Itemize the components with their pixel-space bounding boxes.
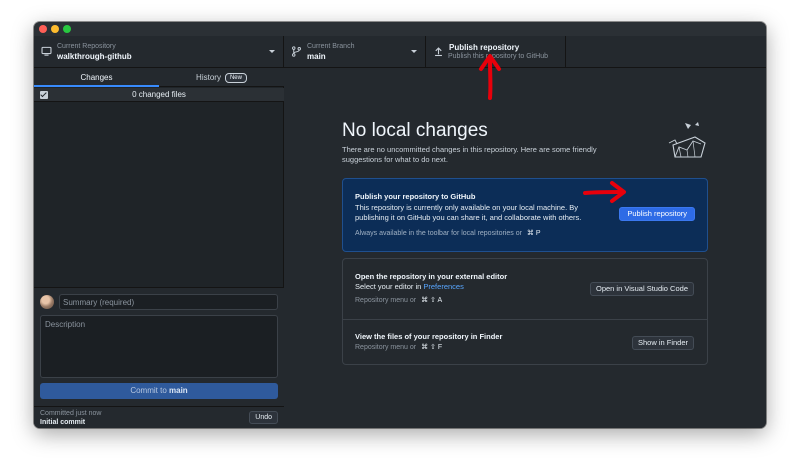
main-panel: No local changes There are no uncommitte… [285, 69, 766, 428]
avatar [40, 295, 54, 309]
current-repository-dropdown[interactable]: Current Repository walkthrough-github [34, 36, 284, 68]
sidebar: Changes HistoryNew 0 changed files Commi… [34, 69, 284, 428]
publish-repository-subtitle: Publish this repository to GitHub [448, 53, 548, 60]
commit-button[interactable]: Commit to main [40, 383, 278, 399]
app-window: Current Repository walkthrough-github Cu… [34, 22, 766, 428]
monitor-icon [41, 46, 52, 56]
tab-changes[interactable]: Changes [34, 69, 159, 87]
publish-card-title: Publish your repository to GitHub [355, 192, 476, 201]
current-branch-dropdown[interactable]: Current Branch main [284, 36, 426, 68]
finder-card-hint: Repository menu or ⌘ ⇧ F [355, 343, 442, 351]
last-commit-message: Initial commit [40, 419, 86, 426]
commit-form: Commit to main Committed just now Initia… [34, 287, 284, 428]
publish-card-hint: Always available in the toolbar for loca… [355, 229, 541, 237]
publish-card-text: This repository is currently only availa… [355, 203, 582, 222]
current-branch-label: Current Branch [307, 43, 355, 50]
current-branch-name: main [307, 52, 326, 61]
undo-commit-button[interactable]: Undo [249, 411, 278, 424]
publish-shortcut: ⌘ P [526, 230, 541, 237]
publish-repository-title: Publish repository [449, 43, 520, 52]
chevron-down-icon [411, 50, 417, 53]
current-repository-name: walkthrough-github [57, 52, 132, 61]
last-commit-time: Committed just now [40, 410, 102, 417]
finder-card-hint-text: Repository menu or [355, 344, 417, 351]
commit-description-input[interactable] [40, 315, 278, 378]
publish-card-hint-text: Always available in the toolbar for loca… [355, 230, 522, 237]
sidebar-tabs: Changes History New [34, 69, 284, 87]
suggestions-card: Open the repository in your external edi… [342, 258, 708, 365]
publish-repository-toolbar-button[interactable]: Publish repository Publish this reposito… [426, 36, 566, 68]
chevron-down-icon [269, 50, 275, 53]
finder-shortcut: ⌘ ⇧ F [421, 344, 443, 351]
commit-button-prefix: Commit to [130, 386, 167, 395]
editor-card-text-prefix: Select your editor in [355, 282, 422, 291]
git-branch-icon [292, 46, 301, 57]
commit-summary-input[interactable] [59, 294, 278, 310]
last-commit-panel: Committed just now Initial commit Undo [34, 406, 284, 428]
changes-header: 0 changed files [34, 88, 284, 102]
preferences-link[interactable]: Preferences [423, 282, 463, 291]
new-badge: New [224, 73, 247, 83]
close-window-button[interactable] [39, 25, 47, 33]
tab-history-label: History [196, 73, 221, 82]
publish-repository-card: Publish your repository to GitHub This r… [342, 178, 708, 252]
editor-card-hint-text: Repository menu or [355, 297, 417, 304]
changed-files-count: 0 changed files [132, 90, 186, 99]
intro-text: There are no uncommitted changes in this… [342, 145, 597, 164]
commit-button-branch: main [169, 386, 188, 395]
finder-card-title: View the files of your repository in Fin… [355, 332, 503, 341]
current-repository-label: Current Repository [57, 43, 116, 50]
editor-card-title: Open the repository in your external edi… [355, 272, 508, 281]
editor-card-hint: Repository menu or ⌘ ⇧ A [355, 296, 442, 304]
toolbar: Current Repository walkthrough-github Cu… [34, 36, 766, 68]
editor-shortcut: ⌘ ⇧ A [421, 297, 443, 304]
show-in-finder-button[interactable]: Show in Finder [631, 336, 694, 350]
tab-history[interactable]: History New [159, 69, 284, 87]
open-in-vscode-button[interactable]: Open in Visual Studio Code [589, 282, 694, 296]
tab-changes-label: Changes [80, 73, 113, 82]
upload-icon [435, 47, 442, 57]
title-bar [34, 22, 766, 36]
zoom-window-button[interactable] [63, 25, 71, 33]
empty-state-illustration-icon [668, 122, 706, 158]
card-divider [343, 319, 707, 320]
publish-repository-button[interactable]: Publish repository [619, 207, 695, 221]
page-title: No local changes [342, 120, 488, 141]
minimize-window-button[interactable] [51, 25, 59, 33]
editor-card-text: Select your editor in Preferences [355, 282, 464, 292]
